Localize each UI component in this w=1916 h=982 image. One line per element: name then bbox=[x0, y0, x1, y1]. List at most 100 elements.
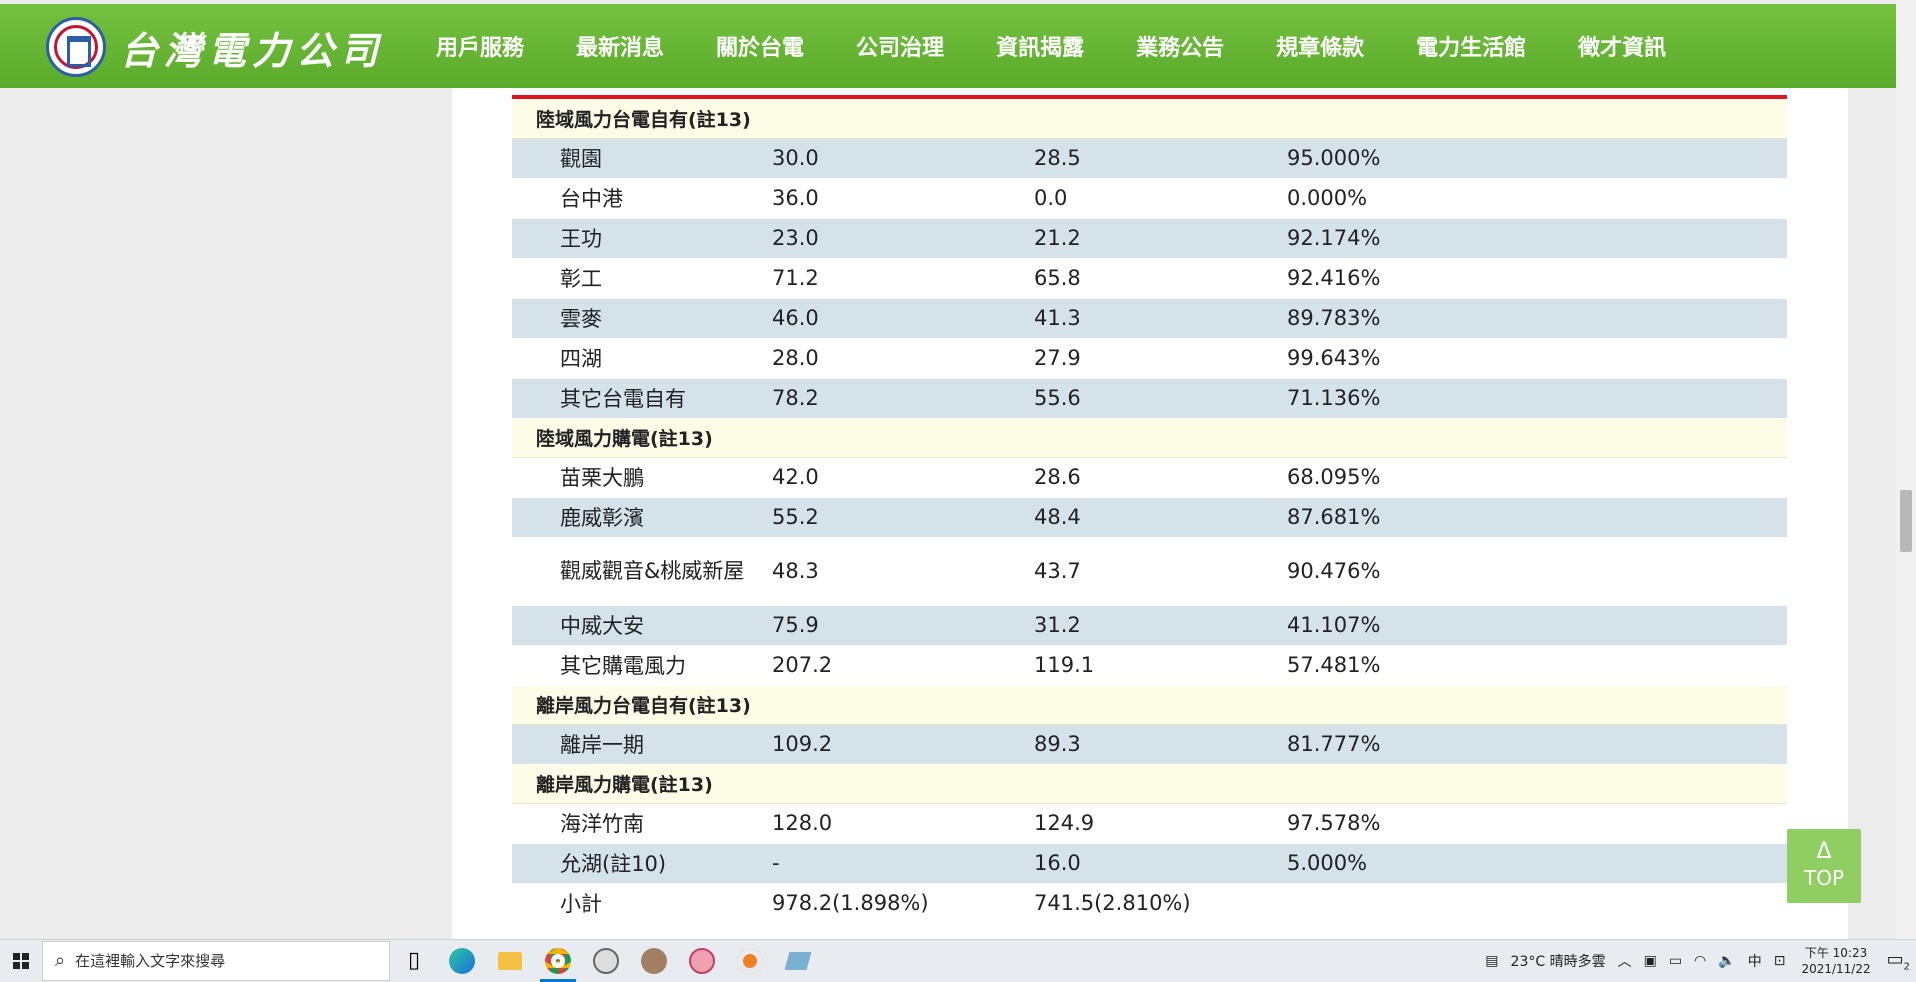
capacity-cell: 46.0 bbox=[772, 298, 1034, 339]
ratio-cell: 97.578% bbox=[1287, 803, 1787, 844]
generation-cell: 31.2 bbox=[1034, 605, 1287, 646]
blender-icon[interactable] bbox=[726, 940, 774, 982]
capacity-cell: 28.0 bbox=[772, 338, 1034, 379]
generation-cell: 28.6 bbox=[1034, 457, 1287, 498]
ime-mode-icon[interactable]: ⊡ bbox=[1774, 953, 1786, 969]
ratio-cell: 92.174% bbox=[1287, 218, 1787, 259]
table-row: 彰工 71.2 65.8 92.416% bbox=[512, 258, 1787, 299]
clock-time: 下午 10:23 bbox=[1804, 946, 1868, 960]
app-icon-tool[interactable] bbox=[774, 940, 822, 982]
table-row: 允湖(註10) -16.0 5.000% bbox=[512, 843, 1787, 884]
start-button[interactable] bbox=[0, 940, 42, 982]
capacity-cell: 55.2 bbox=[772, 497, 1034, 538]
nav-item[interactable]: 用戶服務 bbox=[410, 4, 550, 88]
taipower-emblem-icon bbox=[46, 17, 106, 77]
table-row: 四湖 28.0 27.9 99.643% bbox=[512, 338, 1787, 379]
station-name-cell: 中威大安 bbox=[512, 605, 772, 646]
clock-date: 2021/11/22 bbox=[1801, 962, 1871, 976]
table-row: 雲麥 46.0 41.3 89.783% bbox=[512, 298, 1787, 339]
station-name-cell: 其它購電風力 bbox=[512, 645, 772, 686]
ratio-cell: 5.000% bbox=[1287, 843, 1787, 884]
table-row: 小計 978.2(1.898%) 741.5(2.810%) bbox=[512, 883, 1787, 924]
news-widget-icon[interactable]: ▤ bbox=[1485, 953, 1498, 969]
edge-browser-icon[interactable] bbox=[438, 940, 486, 982]
generation-cell: 0.0 bbox=[1034, 178, 1287, 219]
table-row: 觀園 30.0 28.5 95.000% bbox=[512, 138, 1787, 179]
nav-item[interactable]: 規章條款 bbox=[1250, 4, 1390, 88]
capacity-cell: 42.0 bbox=[772, 457, 1034, 498]
capacity-cell: 128.0 bbox=[772, 803, 1034, 844]
meet-icon[interactable]: ▣ bbox=[1644, 953, 1657, 969]
nav-item[interactable]: 徵才資訊 bbox=[1552, 4, 1692, 88]
station-name-cell: 雲麥 bbox=[512, 298, 772, 339]
taskbar-search-input[interactable]: ⌕ 在這裡輸入文字來搜尋 bbox=[42, 940, 390, 981]
notification-icon[interactable]: ▭2 bbox=[1887, 949, 1910, 973]
generation-cell: 41.3 bbox=[1034, 298, 1287, 339]
wifi-icon[interactable]: ◠ bbox=[1694, 953, 1706, 969]
page-scrollbar[interactable] bbox=[1896, 0, 1916, 939]
weather-text[interactable]: 23°C 晴時多雲 bbox=[1511, 951, 1606, 971]
main-content: 陸域風力台電自有(註13) 觀園 30.0 28.5 95.000% 台中港 36.0 0.0… bbox=[452, 88, 1848, 939]
volume-icon[interactable]: 🔈 bbox=[1718, 953, 1735, 969]
station-name-cell: 四湖 bbox=[512, 338, 772, 379]
table-group-header: 離岸風力台電自有(註13) bbox=[512, 685, 1787, 725]
app-icon-compass[interactable] bbox=[582, 940, 630, 982]
generation-cell: 28.5 bbox=[1034, 138, 1287, 179]
table-group-header: 陸域風力購電(註13) bbox=[512, 418, 1787, 458]
wind-power-table: 陸域風力台電自有(註13) 觀園 30.0 28.5 95.000% 台中港 36.0 0.0… bbox=[512, 99, 1787, 924]
nav-item[interactable]: 關於台電 bbox=[690, 4, 830, 88]
ratio-cell: 0.000% bbox=[1287, 178, 1787, 219]
capacity-cell: 36.0 bbox=[772, 178, 1034, 219]
browser-viewport: 台灣電力公司 用戶服務 最新消息 關於台電 公司治理 資訊揭露 業務公告 規章條款 電力生活館… bbox=[0, 0, 1916, 939]
ratio-cell: 41.107% bbox=[1287, 605, 1787, 646]
capacity-cell: - bbox=[772, 843, 1034, 884]
table-row: 苗栗大鵬 42.0 28.6 68.095% bbox=[512, 457, 1787, 498]
windows-taskbar: ⌕ 在這裡輸入文字來搜尋 ▯ ▤ 23°C 晴時多雲 ︿ ▣ ▭ ◠ 🔈 中 ⊡… bbox=[0, 939, 1916, 982]
scrollbar-thumb[interactable] bbox=[1900, 490, 1912, 552]
battery-icon[interactable]: ▭ bbox=[1669, 953, 1682, 969]
capacity-cell: 207.2 bbox=[772, 645, 1034, 686]
group-label: 陸域風力台電自有(註13) bbox=[512, 99, 1787, 139]
ime-indicator[interactable]: 中 bbox=[1748, 951, 1762, 971]
station-name-cell: 鹿威彰濱 bbox=[512, 497, 772, 538]
ratio-cell: 87.681% bbox=[1287, 497, 1787, 538]
chrome-browser-icon[interactable] bbox=[534, 940, 582, 982]
generation-cell: 119.1 bbox=[1034, 645, 1287, 686]
back-to-top-button[interactable]: Δ TOP bbox=[1787, 829, 1861, 903]
site-logo[interactable]: 台灣電力公司 bbox=[46, 16, 384, 78]
ratio-cell bbox=[1287, 883, 1787, 924]
station-name-cell: 台中港 bbox=[512, 178, 772, 219]
generation-cell: 65.8 bbox=[1034, 258, 1287, 299]
generation-cell: 124.9 bbox=[1034, 803, 1287, 844]
station-name-cell: 離岸一期 bbox=[512, 724, 772, 765]
nav-item[interactable]: 電力生活館 bbox=[1390, 4, 1552, 88]
table-row: 其它購電風力 207.2 119.1 57.481% bbox=[512, 645, 1787, 686]
capacity-cell: 78.2 bbox=[772, 378, 1034, 419]
ratio-cell: 71.136% bbox=[1287, 378, 1787, 419]
chevron-up-icon[interactable]: ︿ bbox=[1618, 951, 1632, 971]
main-nav: 用戶服務 最新消息 關於台電 公司治理 資訊揭露 業務公告 規章條款 電力生活館 徵才資訊 bbox=[410, 4, 1692, 88]
clock[interactable]: 下午 10:23 2021/11/22 bbox=[1801, 945, 1870, 977]
search-placeholder: 在這裡輸入文字來搜尋 bbox=[75, 952, 226, 970]
task-view-icon[interactable]: ▯ bbox=[390, 940, 438, 982]
station-name-cell: 觀園 bbox=[512, 138, 772, 179]
capacity-cell: 48.3 bbox=[772, 537, 1034, 606]
nav-item[interactable]: 資訊揭露 bbox=[970, 4, 1110, 88]
ratio-cell: 90.476% bbox=[1287, 537, 1787, 606]
app-icon-paint[interactable] bbox=[678, 940, 726, 982]
ratio-cell: 68.095% bbox=[1287, 457, 1787, 498]
nav-item[interactable]: 公司治理 bbox=[830, 4, 970, 88]
file-explorer-icon[interactable] bbox=[486, 940, 534, 982]
station-name-cell: 海洋竹南 bbox=[512, 803, 772, 844]
ratio-cell: 95.000% bbox=[1287, 138, 1787, 179]
capacity-cell: 75.9 bbox=[772, 605, 1034, 646]
generation-cell: 27.9 bbox=[1034, 338, 1287, 379]
station-name-cell: 觀威觀音&桃威新屋 bbox=[512, 537, 772, 606]
nav-item[interactable]: 最新消息 bbox=[550, 4, 690, 88]
nav-item[interactable]: 業務公告 bbox=[1110, 4, 1250, 88]
generation-cell: 48.4 bbox=[1034, 497, 1287, 538]
system-tray: ▤ 23°C 晴時多雲 ︿ ▣ ▭ ◠ 🔈 中 ⊡ 下午 10:23 2021/… bbox=[1479, 940, 1916, 982]
app-icon-gimp[interactable] bbox=[630, 940, 678, 982]
ratio-cell: 99.643% bbox=[1287, 338, 1787, 379]
group-label: 離岸風力台電自有(註13) bbox=[512, 685, 1787, 725]
